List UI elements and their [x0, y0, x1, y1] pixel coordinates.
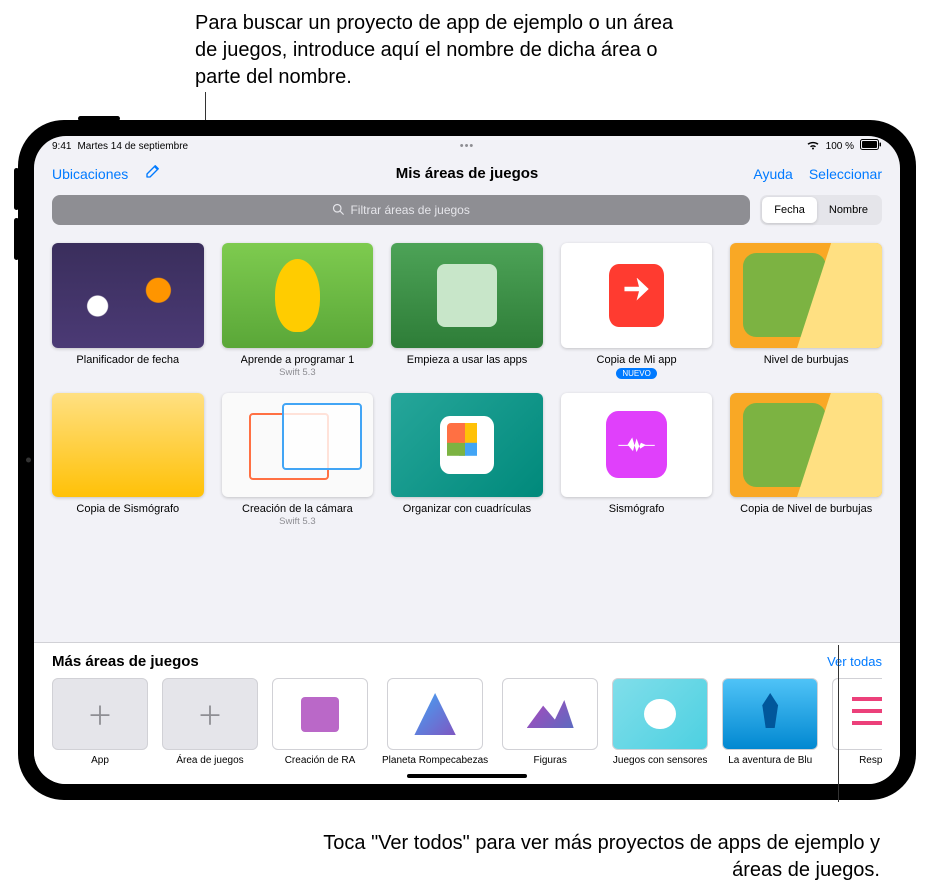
ipad-volume-down: [14, 218, 19, 260]
compose-icon[interactable]: [144, 162, 162, 185]
see-all-button[interactable]: Ver todas: [827, 654, 882, 669]
playground-thumbnail: [52, 243, 204, 348]
playground-thumbnail: [561, 393, 713, 498]
plus-icon: ＋: [52, 678, 148, 750]
create-playground-card[interactable]: ＋ App: [52, 678, 148, 766]
playground-card[interactable]: Empieza a usar las apps: [391, 243, 543, 379]
more-item-label: La aventura de Blu: [728, 755, 812, 766]
playground-subtitle: Swift 5.3: [279, 367, 315, 378]
more-playgrounds-title: Más áreas de juegos: [52, 653, 199, 670]
playground-card[interactable]: Copia de Sismógrafo: [52, 393, 204, 528]
more-thumbnail: [612, 678, 708, 750]
callout-search-text: Para buscar un proyecto de app de ejempl…: [195, 10, 695, 91]
create-playground-card[interactable]: ＋ Área de juegos: [162, 678, 258, 766]
playground-title: Planificador de fecha: [76, 354, 179, 366]
more-item-label: App: [91, 755, 109, 766]
sort-by-name[interactable]: Nombre: [817, 197, 880, 223]
callout-seeall-text: Toca "Ver todos" para ver más proyectos …: [320, 830, 880, 884]
playground-title: Sismógrafo: [609, 503, 665, 515]
more-item-label: Juegos con sensores: [613, 755, 708, 766]
status-time: 9:41: [52, 141, 71, 152]
ipad-camera: [26, 458, 31, 463]
sort-by-date[interactable]: Fecha: [762, 197, 817, 223]
back-button[interactable]: Ubicaciones: [52, 166, 128, 182]
status-date: Martes 14 de septiembre: [77, 141, 188, 152]
playground-title: Nivel de burbujas: [764, 354, 849, 366]
playground-title: Copia de Mi app: [597, 354, 677, 366]
playground-thumbnail: [52, 393, 204, 498]
playground-card[interactable]: Sismógrafo: [561, 393, 713, 528]
playground-title: Aprende a programar 1: [241, 354, 355, 366]
playground-thumbnail: [222, 243, 374, 348]
search-icon: [332, 203, 344, 218]
more-item-label: Respuest: [859, 755, 882, 766]
wifi-icon: [806, 140, 820, 153]
playground-thumbnail: [730, 393, 882, 498]
playground-badge: NUEVO: [616, 368, 656, 379]
callout-seeall-line: [838, 645, 839, 802]
more-playground-card[interactable]: Creación de RA: [272, 678, 368, 766]
nav-bar: Ubicaciones Mis áreas de juegos Ayuda Se…: [34, 156, 900, 195]
status-battery-pct: 100 %: [826, 141, 854, 152]
playground-card[interactable]: Aprende a programar 1Swift 5.3: [222, 243, 374, 379]
toolbar: Filtrar áreas de juegos Fecha Nombre: [34, 195, 900, 235]
playground-title: Copia de Sismógrafo: [76, 503, 179, 515]
playground-subtitle: Swift 5.3: [279, 516, 315, 527]
playground-title: Copia de Nivel de burbujas: [740, 503, 872, 515]
playground-card[interactable]: Nivel de burbujas: [730, 243, 882, 379]
more-item-label: Planeta Rompecabezas: [382, 755, 488, 766]
playground-thumbnail: [730, 243, 882, 348]
more-playground-card[interactable]: Planeta Rompecabezas: [382, 678, 488, 766]
playgrounds-area: Planificador de fecha Aprende a programar…: [34, 235, 900, 642]
more-thumbnail: [832, 678, 882, 750]
more-thumbnail: [272, 678, 368, 750]
more-thumbnail: [387, 678, 483, 750]
more-playground-card[interactable]: Juegos con sensores: [612, 678, 708, 766]
multitask-menu-icon[interactable]: •••: [460, 140, 475, 152]
playground-thumbnail: [391, 393, 543, 498]
plus-icon: ＋: [162, 678, 258, 750]
playground-title: Organizar con cuadrículas: [403, 503, 531, 515]
playground-card[interactable]: Organizar con cuadrículas: [391, 393, 543, 528]
playground-title: Empieza a usar las apps: [407, 354, 527, 366]
search-input[interactable]: Filtrar áreas de juegos: [52, 195, 750, 225]
page-title: Mis áreas de juegos: [396, 165, 539, 182]
ipad-power-button: [78, 116, 120, 121]
ipad-frame: ••• 9:41 Martes 14 de septiembre 100 % U…: [18, 120, 916, 800]
more-thumbnail: [722, 678, 818, 750]
ipad-volume-up: [14, 168, 19, 210]
playground-card[interactable]: Creación de la cámaraSwift 5.3: [222, 393, 374, 528]
playground-card[interactable]: Copia de Mi app NUEVO: [561, 243, 713, 379]
home-indicator[interactable]: [407, 774, 527, 778]
more-thumbnail: [502, 678, 598, 750]
playground-thumbnail: [391, 243, 543, 348]
playground-thumbnail: [222, 393, 374, 498]
more-item-label: Figuras: [534, 755, 567, 766]
playground-thumbnail: [561, 243, 713, 348]
playground-title: Creación de la cámara: [242, 503, 353, 515]
more-playground-card[interactable]: Figuras: [502, 678, 598, 766]
help-button[interactable]: Ayuda: [753, 166, 792, 182]
sort-segmented: Fecha Nombre: [760, 195, 882, 225]
search-placeholder: Filtrar áreas de juegos: [350, 203, 469, 217]
more-item-label: Área de juegos: [176, 755, 243, 766]
screen: ••• 9:41 Martes 14 de septiembre 100 % U…: [34, 136, 900, 784]
more-item-label: Creación de RA: [285, 755, 356, 766]
battery-icon: [860, 139, 882, 153]
more-playground-card[interactable]: Respuest: [832, 678, 882, 766]
playground-card[interactable]: Copia de Nivel de burbujas: [730, 393, 882, 528]
select-button[interactable]: Seleccionar: [809, 166, 882, 182]
more-playground-card[interactable]: La aventura de Blu: [722, 678, 818, 766]
playground-card[interactable]: Planificador de fecha: [52, 243, 204, 379]
more-playgrounds-section: Más áreas de juegos Ver todas ＋ App ＋ Área …: [34, 642, 900, 784]
